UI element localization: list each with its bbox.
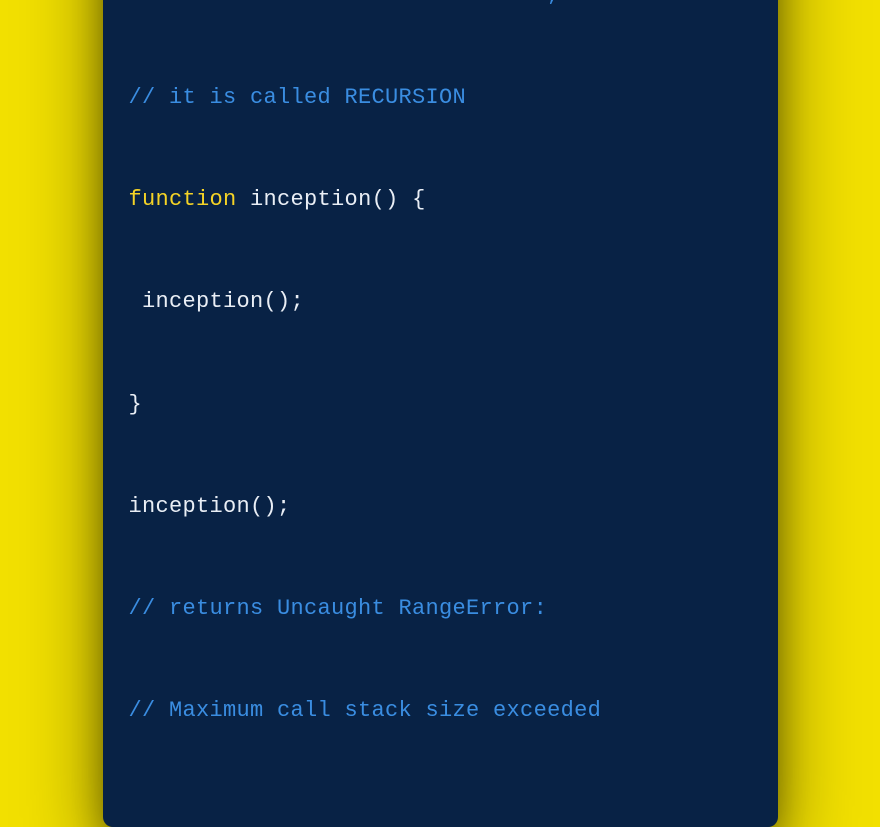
code-token-indent [129,289,143,314]
code-line: } [129,388,752,422]
code-token-space [237,187,251,212]
code-line: // returns Uncaught RangeError: [129,592,752,626]
code-line: // When a function calls itself, [129,0,752,13]
code-token-punctuation: () { [372,187,426,212]
code-token-punctuation: (); [264,289,305,314]
code-token-function-name: inception [142,289,264,314]
code-token-comment: // When a function calls itself, [129,0,561,7]
code-token-function-name: inception [250,187,372,212]
code-token-function-name: inception [129,494,251,519]
code-line: inception(); [129,285,752,319]
code-token-punctuation: } [129,392,143,417]
code-window: // When a function calls itself, // it i… [103,0,778,827]
code-token-comment: // it is called RECURSION [129,85,467,110]
code-line: // Maximum call stack size exceeded [129,694,752,728]
code-line: inception(); [129,490,752,524]
code-line: // it is called RECURSION [129,81,752,115]
code-token-punctuation: (); [250,494,291,519]
code-token-keyword: function [129,187,237,212]
code-token-comment: // Maximum call stack size exceeded [129,698,602,723]
code-token-comment: // returns Uncaught RangeError: [129,596,548,621]
code-content: // When a function calls itself, // it i… [129,0,752,797]
code-line: function inception() { [129,183,752,217]
